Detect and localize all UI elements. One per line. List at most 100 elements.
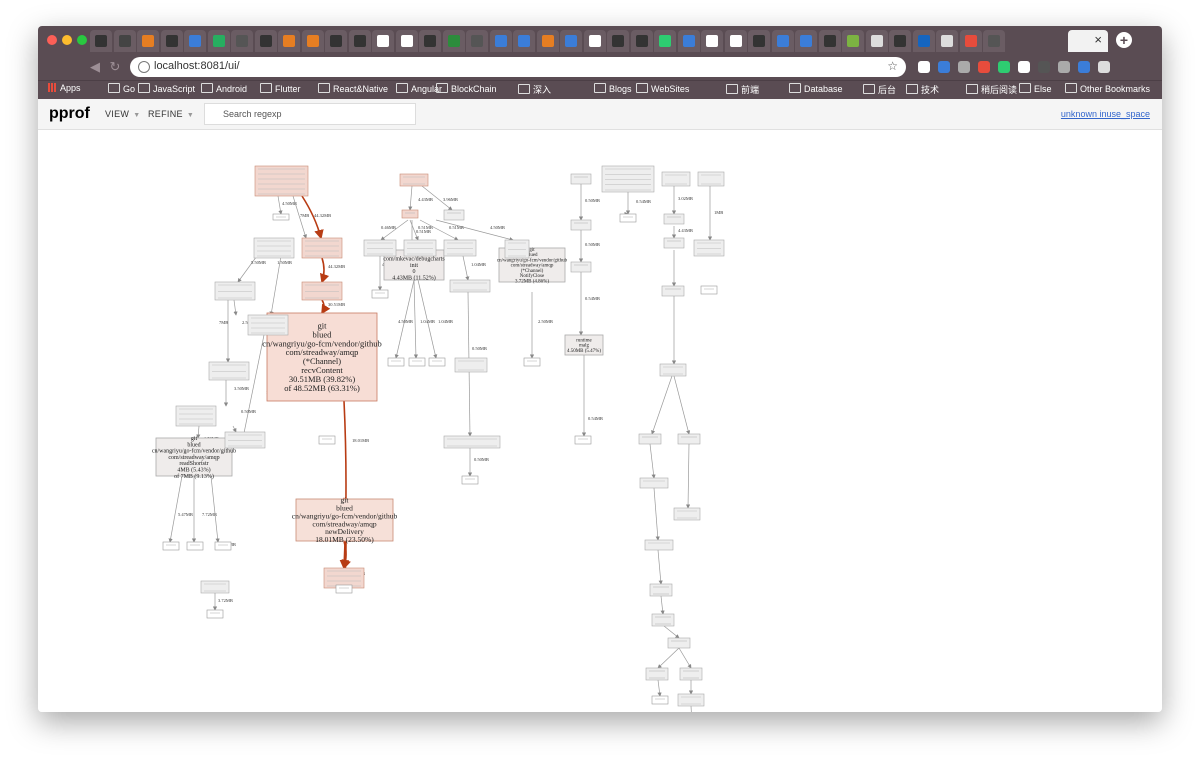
graph-edge[interactable]: [651, 375, 673, 435]
graph-edge[interactable]: [233, 299, 238, 316]
extension-icon[interactable]: [1078, 61, 1090, 73]
browser-tab[interactable]: [160, 30, 183, 52]
view-menu[interactable]: VIEW ▼: [105, 109, 140, 119]
bookmark-item[interactable]: 稍后阅读: [966, 83, 1017, 96]
search-input[interactable]: [204, 103, 416, 125]
minimize-window-button[interactable]: [62, 35, 72, 45]
browser-tab[interactable]: [513, 30, 535, 52]
browser-tab[interactable]: [231, 30, 253, 52]
graph-node[interactable]: [401, 209, 419, 219]
browser-tab[interactable]: [536, 30, 559, 52]
graph-node[interactable]: [651, 695, 669, 705]
graph-node[interactable]: [408, 357, 426, 367]
graph-edge[interactable]: [408, 185, 413, 211]
browser-tab[interactable]: [325, 30, 347, 52]
address-bar[interactable]: localhost:8081/ui/ ☆: [130, 57, 906, 77]
extension-icon[interactable]: [1058, 61, 1070, 73]
graph-node[interactable]: [162, 541, 180, 551]
browser-tab[interactable]: [560, 30, 582, 52]
browser-tab[interactable]: [842, 30, 864, 52]
browser-tab[interactable]: [466, 30, 488, 52]
browser-tab[interactable]: [818, 30, 841, 52]
bookmark-item[interactable]: 技术: [906, 83, 939, 96]
graph-edge[interactable]: [653, 487, 660, 541]
graph-node[interactable]: [677, 433, 701, 445]
browser-tab[interactable]: [771, 30, 794, 52]
graph-node[interactable]: [619, 213, 637, 223]
browser-tab[interactable]: [630, 30, 653, 52]
browser-tab[interactable]: [395, 30, 418, 52]
graph-edge[interactable]: [462, 255, 470, 281]
graph-edge[interactable]: [232, 425, 237, 433]
new-tab-button[interactable]: +: [1116, 32, 1132, 48]
graph-edge[interactable]: [319, 257, 330, 284]
browser-tab[interactable]: [583, 30, 606, 52]
graph-edge[interactable]: [663, 625, 680, 639]
bookmark-item[interactable]: BlockChain: [436, 83, 497, 94]
browser-tab[interactable]: [372, 30, 394, 52]
extension-icon[interactable]: [1098, 61, 1110, 73]
graph-edge[interactable]: [657, 549, 663, 585]
bookmark-item[interactable]: Else: [1019, 83, 1052, 94]
reload-button[interactable]: ↻: [106, 58, 124, 76]
graph-node[interactable]: [661, 285, 685, 297]
graph-node[interactable]: [663, 213, 685, 225]
graph-edge[interactable]: [690, 705, 692, 712]
graph-edge[interactable]: [685, 443, 691, 509]
bookmark-star-icon[interactable]: ☆: [887, 59, 898, 73]
browser-tab[interactable]: [959, 30, 982, 52]
browser-tab[interactable]: [442, 30, 465, 52]
bookmark-item[interactable]: Database: [789, 83, 843, 94]
browser-tab[interactable]: [207, 30, 230, 52]
extension-icon[interactable]: [1038, 61, 1050, 73]
browser-tab[interactable]: [889, 30, 911, 52]
graph-node[interactable]: [428, 357, 446, 367]
bookmark-item[interactable]: 深入: [518, 83, 551, 96]
graph-edge[interactable]: [678, 647, 692, 669]
graph-node[interactable]: [335, 584, 353, 594]
graph-edge[interactable]: [321, 299, 331, 315]
graph-node[interactable]: [443, 239, 477, 257]
browser-tab[interactable]: [748, 30, 770, 52]
browser-tab[interactable]: [654, 30, 676, 52]
close-window-button[interactable]: [47, 35, 57, 45]
graph-node[interactable]: [461, 475, 479, 485]
extension-icon[interactable]: [918, 61, 930, 73]
bookmark-item[interactable]: Go: [108, 83, 135, 94]
browser-tab[interactable]: [489, 30, 512, 52]
graph-node[interactable]: [443, 209, 465, 221]
graph-edge[interactable]: [196, 425, 201, 439]
graph-node[interactable]: [318, 435, 336, 445]
browser-tab[interactable]: [983, 30, 1005, 52]
browser-tab[interactable]: [677, 30, 700, 52]
zoom-window-button[interactable]: [77, 35, 87, 45]
graph-node[interactable]: [570, 173, 592, 185]
graph-node[interactable]: [638, 433, 662, 445]
graph-node[interactable]: [214, 541, 232, 551]
graph-node[interactable]: [693, 239, 725, 257]
graph-node[interactable]: [570, 219, 592, 231]
refine-menu[interactable]: REFINE ▼: [148, 109, 194, 119]
graph-node[interactable]: [186, 541, 204, 551]
graph-edge[interactable]: [657, 647, 680, 669]
browser-tab[interactable]: [254, 30, 277, 52]
graph-node[interactable]: [644, 539, 674, 551]
browser-tab[interactable]: [301, 30, 324, 52]
graph-node[interactable]: [639, 477, 669, 489]
graph-edge[interactable]: [413, 279, 419, 359]
graph-node[interactable]: [371, 289, 389, 299]
browser-tab[interactable]: [137, 30, 159, 52]
graph-node[interactable]: [601, 165, 655, 193]
bookmark-item[interactable]: JavaScript: [138, 83, 195, 94]
graph-edge[interactable]: [168, 475, 183, 543]
extension-icon[interactable]: [1018, 61, 1030, 73]
bookmark-item[interactable]: Blogs: [594, 83, 632, 94]
extension-icon[interactable]: [998, 61, 1010, 73]
bookmark-item[interactable]: 前端: [726, 83, 759, 96]
extension-icon[interactable]: [978, 61, 990, 73]
sample-type-link[interactable]: unknown inuse_space: [1061, 109, 1150, 119]
other-bookmarks[interactable]: Other Bookmarks: [1064, 83, 1150, 94]
extension-icon[interactable]: [938, 61, 950, 73]
browser-tab[interactable]: [278, 30, 300, 52]
graph-edge[interactable]: [649, 443, 656, 479]
